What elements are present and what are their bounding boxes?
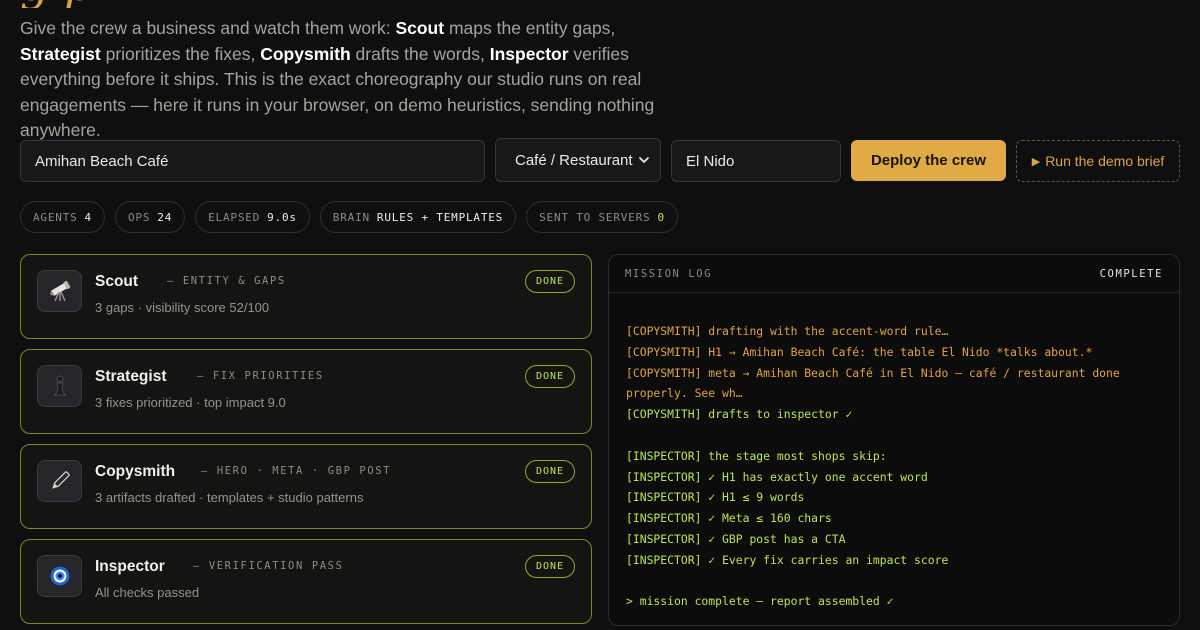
city-input[interactable]: El Nido — [671, 140, 841, 182]
stat-value: 24 — [157, 210, 173, 224]
agent-list: Scout — ENTITY & GAPS 3 gaps · visibilit… — [20, 254, 592, 630]
intro-text-2: maps the entity gaps, — [444, 18, 616, 38]
stats-bar: AGENTS 4 OPS 24 ELAPSED 9.0s BRAIN RULES + T… — [20, 201, 678, 233]
mission-log-header: MISSION LOG COMPLETE — [609, 255, 1179, 293]
agent-name: Strategist — [95, 368, 167, 385]
stat-key: SENT TO SERVERS — [539, 210, 651, 224]
agent-desc: 3 gaps · visibility score 52/100 — [95, 300, 270, 315]
eye-icon — [37, 555, 82, 597]
log-line: [COPYSMITH] drafting with the accent-wor… — [626, 324, 949, 338]
stat-ops: OPS 24 — [114, 201, 186, 233]
stat-key: BRAIN — [332, 210, 370, 224]
log-line: [INSPECTOR] ✓ Meta ≤ 160 chars — [626, 511, 832, 526]
stat-elapsed: ELAPSED 9.0s — [195, 201, 310, 233]
agent-desc: All checks passed — [95, 585, 200, 600]
agent-desc: 3 fixes prioritized · top impact 9.0 — [95, 395, 286, 410]
log-line: [INSPECTOR] the stage most shops skip: — [626, 448, 887, 463]
intro-copysmith: Copysmith — [260, 43, 351, 64]
intro-inspector: Inspector — [489, 43, 569, 64]
stat-key: OPS — [127, 210, 151, 224]
stat-value: 9.0s — [267, 210, 297, 224]
log-line: [INSPECTOR] ✓ H1 ≤ 9 words — [626, 490, 805, 505]
intro-text-1: Give the crew a business and watch them … — [20, 18, 396, 38]
stat-value: 4 — [84, 210, 92, 224]
agent-card-strategist: Strategist — FIX PRIORITIES 3 fixes prio… — [20, 349, 592, 434]
chess-pawn-icon — [37, 365, 82, 407]
log-line: [COPYSMITH] meta → Amihan Beach Café in … — [626, 365, 1120, 380]
status-badge: DONE — [525, 555, 575, 578]
mission-log-status: COMPLETE — [1099, 267, 1163, 280]
log-line: [COPYSMITH] drafts to inspector ✓ — [626, 407, 853, 422]
status-badge: DONE — [525, 365, 575, 388]
agent-name: Copysmith — [95, 463, 176, 480]
intro-text-4: drafts the words, — [350, 43, 490, 64]
agent-card-scout: Scout — ENTITY & GAPS 3 gaps · visibilit… — [20, 254, 592, 339]
city-value: El Nido — [686, 152, 735, 170]
chevron-down-icon — [639, 157, 649, 164]
stat-key: AGENTS — [33, 210, 78, 224]
mission-log-panel[interactable]: MISSION LOG COMPLETE [COPYSMITH] draftin… — [608, 254, 1180, 626]
agent-role: — VERIFICATION PASS — [193, 560, 344, 572]
log-line: [INSPECTOR] ✓ H1 has exactly one accent … — [626, 469, 928, 484]
pen-icon — [37, 460, 82, 502]
agent-role: — FIX PRIORITIES — [197, 370, 324, 382]
deploy-form: Amihan Beach Café Café / Restaurant El N… — [20, 138, 1180, 182]
business-type-value: Café / Restaurant — [515, 151, 633, 169]
status-badge: DONE — [525, 460, 575, 483]
agent-role: — ENTITY & GAPS — [167, 275, 286, 287]
agent-name: Scout — [95, 273, 139, 290]
agent-role: — HERO · META · GBP POST — [201, 465, 392, 477]
log-line: [INSPECTOR] ✓ Every fix carries an impac… — [626, 552, 949, 567]
status-badge: DONE — [525, 270, 575, 293]
mission-log-body: [COPYSMITH] drafting with the accent-wor… — [609, 293, 1179, 612]
log-line: > mission complete — report assembled ✓ — [626, 594, 894, 609]
business-name-input[interactable]: Amihan Beach Café — [20, 140, 485, 182]
mission-log-title: MISSION LOG — [625, 267, 713, 280]
stat-agents: AGENTS 4 — [20, 201, 105, 233]
business-type-select[interactable]: Café / Restaurant — [495, 138, 661, 182]
business-name-value: Amihan Beach Café — [35, 152, 169, 170]
log-line: [INSPECTOR] ✓ GBP post has a CTA — [626, 531, 846, 546]
play-icon: ▶ — [1031, 155, 1041, 168]
stat-sent-to-servers: SENT TO SERVERS 0 — [526, 201, 678, 233]
stat-value: RULES + TEMPLATES — [376, 210, 504, 224]
stat-value: 0 — [657, 210, 665, 224]
deploy-crew-button[interactable]: Deploy the crew — [851, 140, 1006, 181]
log-spacer — [626, 571, 1163, 592]
log-line: [COPYSMITH] H1 → Amihan Beach Café: the … — [626, 344, 1093, 359]
intro-strategist: Strategist — [20, 43, 101, 64]
agent-name: Inspector — [95, 558, 165, 575]
run-demo-label: Run the demo brief — [1045, 153, 1165, 169]
stat-key: ELAPSED — [208, 210, 261, 224]
intro-paragraph: Give the crew a business and watch them … — [20, 16, 680, 144]
telescope-icon — [37, 270, 82, 312]
log-line: properly. See wh… — [626, 386, 743, 401]
intro-text-3: prioritizes the fixes, — [100, 43, 261, 64]
agent-card-inspector: Inspector — VERIFICATION PASS All checks… — [20, 539, 592, 624]
intro-scout: Scout — [395, 18, 445, 38]
agent-card-copysmith: Copysmith — HERO · META · GBP POST 3 art… — [20, 444, 592, 529]
stat-brain: BRAIN RULES + TEMPLATES — [319, 201, 517, 233]
hero-title: g p — [20, 0, 94, 8]
log-spacer — [626, 425, 1163, 446]
agent-desc: 3 artifacts drafted · templates + studio… — [95, 490, 364, 505]
run-demo-brief-button[interactable]: ▶ Run the demo brief — [1016, 140, 1180, 182]
